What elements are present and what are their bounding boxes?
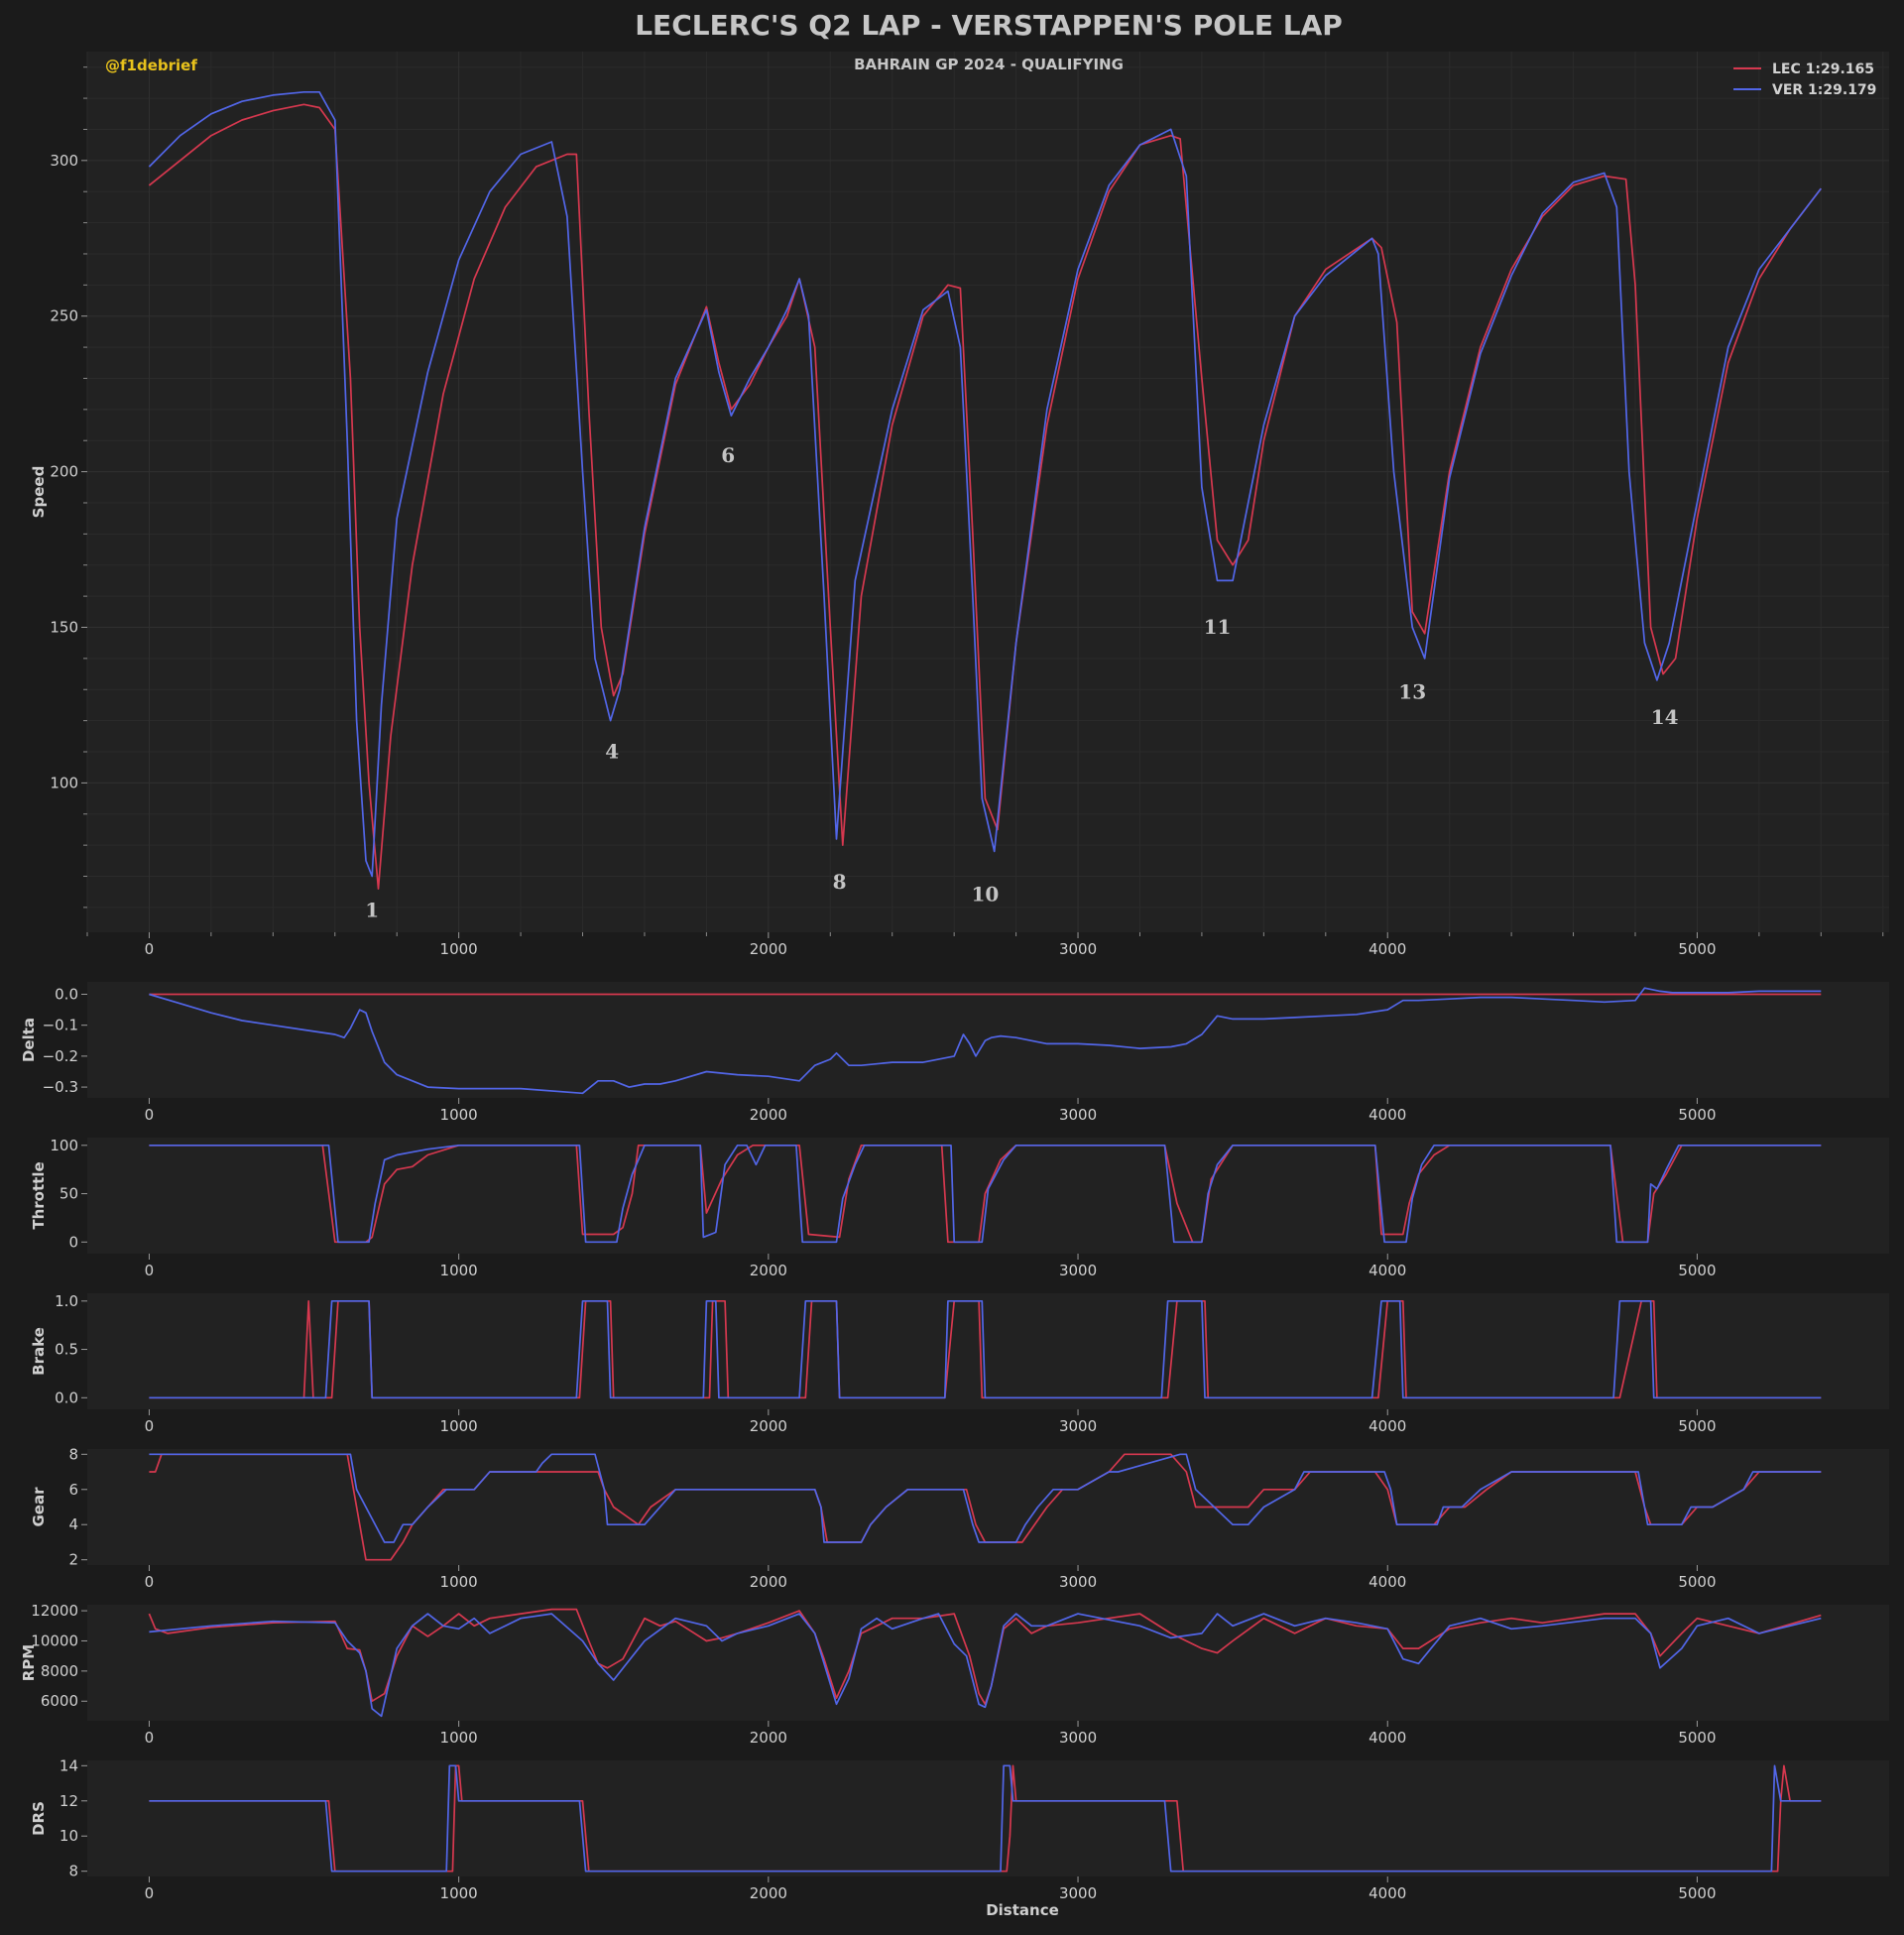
delta-y-tick-label: −0.3 bbox=[43, 1078, 78, 1096]
corner-label-14: 14 bbox=[1651, 705, 1679, 729]
delta-x-tick-label: 3000 bbox=[1059, 1106, 1097, 1124]
speed-plot-area bbox=[87, 52, 1889, 932]
drs-x-tick-label: 0 bbox=[145, 1884, 155, 1902]
drs-x-tick-label: 1000 bbox=[440, 1884, 478, 1902]
delta-x-tick-label: 1000 bbox=[440, 1106, 478, 1124]
figure-title: LECLERC'S Q2 LAP - VERSTAPPEN'S POLE LAP bbox=[635, 9, 1343, 42]
brake-x-tick-label: 3000 bbox=[1059, 1417, 1097, 1435]
delta-x-tick-label: 4000 bbox=[1368, 1106, 1406, 1124]
brake-y-tick-label: 1.0 bbox=[55, 1292, 78, 1310]
x-axis-label: Distance bbox=[986, 1901, 1059, 1919]
gear-x-tick-label: 2000 bbox=[750, 1573, 787, 1591]
corner-label-11: 11 bbox=[1204, 615, 1232, 639]
gear-y-tick-label: 2 bbox=[68, 1551, 78, 1569]
rpm-x-tick-label: 5000 bbox=[1678, 1729, 1716, 1747]
rpm-x-tick-label: 0 bbox=[145, 1729, 155, 1747]
panel-speed: 0 1000 2000 3000 4000 5000 100 150 200 250 300 Spee… bbox=[30, 52, 1889, 958]
figure-subtitle: BAHRAIN GP 2024 - QUALIFYING bbox=[854, 56, 1124, 73]
delta-y-axis-label: Delta bbox=[20, 1018, 38, 1062]
brake-x-tick-label: 4000 bbox=[1368, 1417, 1406, 1435]
brake-y-tick-label: 0.0 bbox=[55, 1389, 78, 1406]
corner-label-4: 4 bbox=[605, 739, 619, 763]
throttle-y-tick-label: 100 bbox=[50, 1137, 78, 1154]
corner-label-6: 6 bbox=[721, 443, 735, 467]
drs-y-tick-label: 12 bbox=[60, 1792, 78, 1810]
gear-x-tick-label: 5000 bbox=[1678, 1573, 1716, 1591]
brake-x-tick-label: 1000 bbox=[440, 1417, 478, 1435]
throttle-x-tick-label: 4000 bbox=[1368, 1262, 1406, 1279]
delta-y-tick-label: −0.2 bbox=[43, 1047, 78, 1065]
speed-y-tick-label: 250 bbox=[50, 307, 78, 325]
rpm-plot-area bbox=[87, 1605, 1889, 1721]
rpm-y-tick-label: 10000 bbox=[31, 1632, 78, 1649]
gear-x-tick-label: 3000 bbox=[1059, 1573, 1097, 1591]
corner-label-8: 8 bbox=[833, 870, 847, 894]
throttle-x-tick-label: 1000 bbox=[440, 1262, 478, 1279]
speed-y-tick-label: 200 bbox=[50, 463, 78, 481]
delta-y-tick-label: 0.0 bbox=[55, 985, 78, 1003]
rpm-x-tick-label: 2000 bbox=[750, 1729, 787, 1747]
gear-y-tick-label: 6 bbox=[68, 1481, 78, 1499]
corner-label-13: 13 bbox=[1398, 680, 1426, 704]
gear-y-tick-label: 4 bbox=[68, 1515, 78, 1533]
speed-x-tick-label: 5000 bbox=[1678, 940, 1716, 958]
drs-y-tick-label: 14 bbox=[60, 1756, 78, 1774]
speed-y-tick-label: 150 bbox=[50, 618, 78, 636]
gear-y-tick-label: 8 bbox=[68, 1445, 78, 1463]
drs-y-axis-label: DRS bbox=[30, 1801, 48, 1836]
rpm-y-tick-label: 6000 bbox=[41, 1692, 78, 1710]
gear-x-tick-label: 1000 bbox=[440, 1573, 478, 1591]
drs-plot-area bbox=[87, 1760, 1889, 1876]
drs-x-tick-label: 5000 bbox=[1678, 1884, 1716, 1902]
brake-y-tick-label: 0.5 bbox=[55, 1341, 78, 1359]
speed-x-tick-label: 3000 bbox=[1059, 940, 1097, 958]
speed-x-tick-label: 2000 bbox=[750, 940, 787, 958]
brake-x-tick-label: 5000 bbox=[1678, 1417, 1716, 1435]
gear-x-tick-label: 4000 bbox=[1368, 1573, 1406, 1591]
rpm-y-axis-label: RPM bbox=[20, 1644, 38, 1681]
gear-plot-area bbox=[87, 1449, 1889, 1565]
throttle-x-tick-label: 2000 bbox=[750, 1262, 787, 1279]
drs-x-tick-label: 3000 bbox=[1059, 1884, 1097, 1902]
throttle-y-tick-label: 50 bbox=[60, 1185, 78, 1203]
rpm-x-tick-label: 1000 bbox=[440, 1729, 478, 1747]
speed-x-tick-label: 0 bbox=[145, 940, 155, 958]
drs-y-tick-label: 10 bbox=[60, 1827, 78, 1845]
drs-y-tick-label: 8 bbox=[68, 1863, 78, 1880]
delta-y-tick-label: −0.1 bbox=[43, 1017, 78, 1034]
gear-y-axis-label: Gear bbox=[30, 1487, 48, 1527]
throttle-y-axis-label: Throttle bbox=[30, 1161, 48, 1229]
drs-x-tick-label: 4000 bbox=[1368, 1884, 1406, 1902]
watermark: @f1debrief bbox=[105, 57, 197, 74]
throttle-x-tick-label: 5000 bbox=[1678, 1262, 1716, 1279]
throttle-x-tick-label: 3000 bbox=[1059, 1262, 1097, 1279]
brake-y-axis-label: Brake bbox=[30, 1327, 48, 1376]
rpm-x-tick-label: 3000 bbox=[1059, 1729, 1097, 1747]
telemetry-figure: LECLERC'S Q2 LAP - VERSTAPPEN'S POLE LAP… bbox=[0, 0, 1904, 1935]
delta-x-tick-label: 2000 bbox=[750, 1106, 787, 1124]
speed-x-tick-label: 4000 bbox=[1368, 940, 1406, 958]
rpm-y-tick-label: 12000 bbox=[31, 1602, 78, 1620]
delta-x-tick-label: 5000 bbox=[1678, 1106, 1716, 1124]
speed-y-axis-label: Speed bbox=[30, 466, 48, 519]
legend-label-ver: VER 1:29.179 bbox=[1772, 82, 1876, 98]
brake-x-tick-label: 0 bbox=[145, 1417, 155, 1435]
legend-label-lec: LEC 1:29.165 bbox=[1772, 61, 1874, 77]
gear-x-tick-label: 0 bbox=[145, 1573, 155, 1591]
brake-x-tick-label: 2000 bbox=[750, 1417, 787, 1435]
rpm-x-tick-label: 4000 bbox=[1368, 1729, 1406, 1747]
drs-x-tick-label: 2000 bbox=[750, 1884, 787, 1902]
rpm-y-tick-label: 8000 bbox=[41, 1662, 78, 1680]
delta-x-tick-label: 0 bbox=[145, 1106, 155, 1124]
speed-y-tick-label: 100 bbox=[50, 774, 78, 791]
throttle-x-tick-label: 0 bbox=[145, 1262, 155, 1279]
speed-x-tick-label: 1000 bbox=[440, 940, 478, 958]
speed-y-tick-label: 300 bbox=[50, 152, 78, 170]
throttle-y-tick-label: 0 bbox=[68, 1233, 78, 1251]
corner-label-1: 1 bbox=[365, 898, 379, 921]
corner-label-10: 10 bbox=[971, 883, 999, 907]
